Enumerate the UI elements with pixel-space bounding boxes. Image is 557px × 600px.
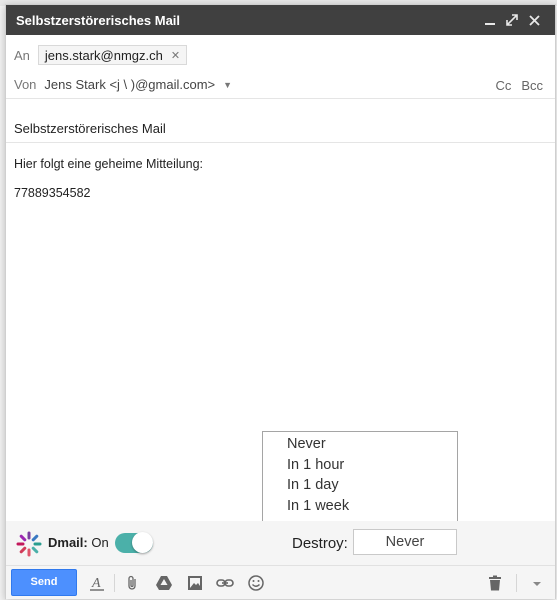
from-label: Von [14, 77, 37, 92]
chevron-down-icon[interactable] [528, 575, 546, 591]
compose-title: Selbstzerstörerisches Mail [16, 12, 181, 28]
dmail-status: Dmail: On [48, 535, 109, 550]
toggle-knob [132, 532, 153, 553]
destroy-option-never[interactable]: Never [263, 434, 457, 455]
dmail-state: On [91, 535, 109, 550]
to-label: An [14, 47, 30, 63]
compose-toolbar: Send A [6, 565, 555, 599]
destroy-option-1-week[interactable]: In 1 week [263, 496, 457, 517]
minimize-icon[interactable] [479, 9, 501, 31]
destroy-option-1-hour[interactable]: In 1 hour [263, 455, 457, 476]
dmail-bar: Dmail: On Destroy: Never [6, 521, 555, 565]
toolbar-divider [516, 574, 517, 592]
dmail-brand: Dmail: [48, 535, 88, 550]
link-icon[interactable] [216, 575, 234, 591]
compose-titlebar[interactable]: Selbstzerstörerisches Mail [6, 5, 555, 35]
bcc-link[interactable]: Bcc [521, 78, 543, 93]
from-address[interactable]: Jens Stark <j \ )@gmail.com> [44, 77, 215, 92]
screen: Selbstzerstörerisches Mail An jens.stark… [0, 0, 557, 600]
dmail-toggle[interactable] [115, 532, 153, 553]
destroy-option-1-day[interactable]: In 1 day [263, 475, 457, 496]
trash-icon[interactable] [486, 575, 504, 591]
compose-window: Selbstzerstörerisches Mail An jens.stark… [5, 4, 556, 599]
photo-icon[interactable] [186, 575, 204, 591]
from-row: Von Jens Stark <j \ )@gmail.com> ▼ Cc Bc… [6, 71, 555, 99]
recipient-chip[interactable]: jens.stark@nmgz.ch ✕ [37, 45, 188, 65]
subject-field[interactable]: Selbstzerstörerisches Mail [6, 115, 555, 143]
body-line: 77889354582 [14, 186, 91, 200]
message-body[interactable]: Hier folgt eine geheime Mitteilung: 7788… [14, 157, 203, 215]
destroy-dropdown-menu: Never In 1 hour In 1 day In 1 week [262, 431, 458, 527]
cc-bcc-links: Cc Bcc [495, 71, 543, 99]
remove-recipient-icon[interactable]: ✕ [171, 49, 180, 62]
to-row[interactable]: An jens.stark@nmgz.ch ✕ [6, 41, 555, 69]
toolbar-divider [114, 574, 115, 592]
cc-link[interactable]: Cc [495, 78, 511, 93]
svg-text:A: A [91, 576, 101, 591]
destroy-select[interactable]: Never [353, 529, 457, 555]
expand-icon[interactable] [501, 9, 523, 31]
text-format-icon[interactable]: A [88, 575, 106, 591]
recipient-email: jens.stark@nmgz.ch [44, 47, 163, 63]
body-line: Hier folgt eine geheime Mitteilung: [14, 157, 203, 171]
destroy-label: Destroy: [292, 535, 348, 552]
smiley-icon[interactable] [247, 575, 265, 591]
paperclip-icon[interactable] [124, 575, 142, 591]
drive-icon[interactable] [155, 575, 173, 591]
close-icon[interactable] [523, 9, 545, 31]
send-button[interactable]: Send [11, 569, 77, 596]
chevron-down-icon[interactable]: ▼ [223, 80, 232, 90]
dmail-logo-icon [16, 531, 42, 557]
